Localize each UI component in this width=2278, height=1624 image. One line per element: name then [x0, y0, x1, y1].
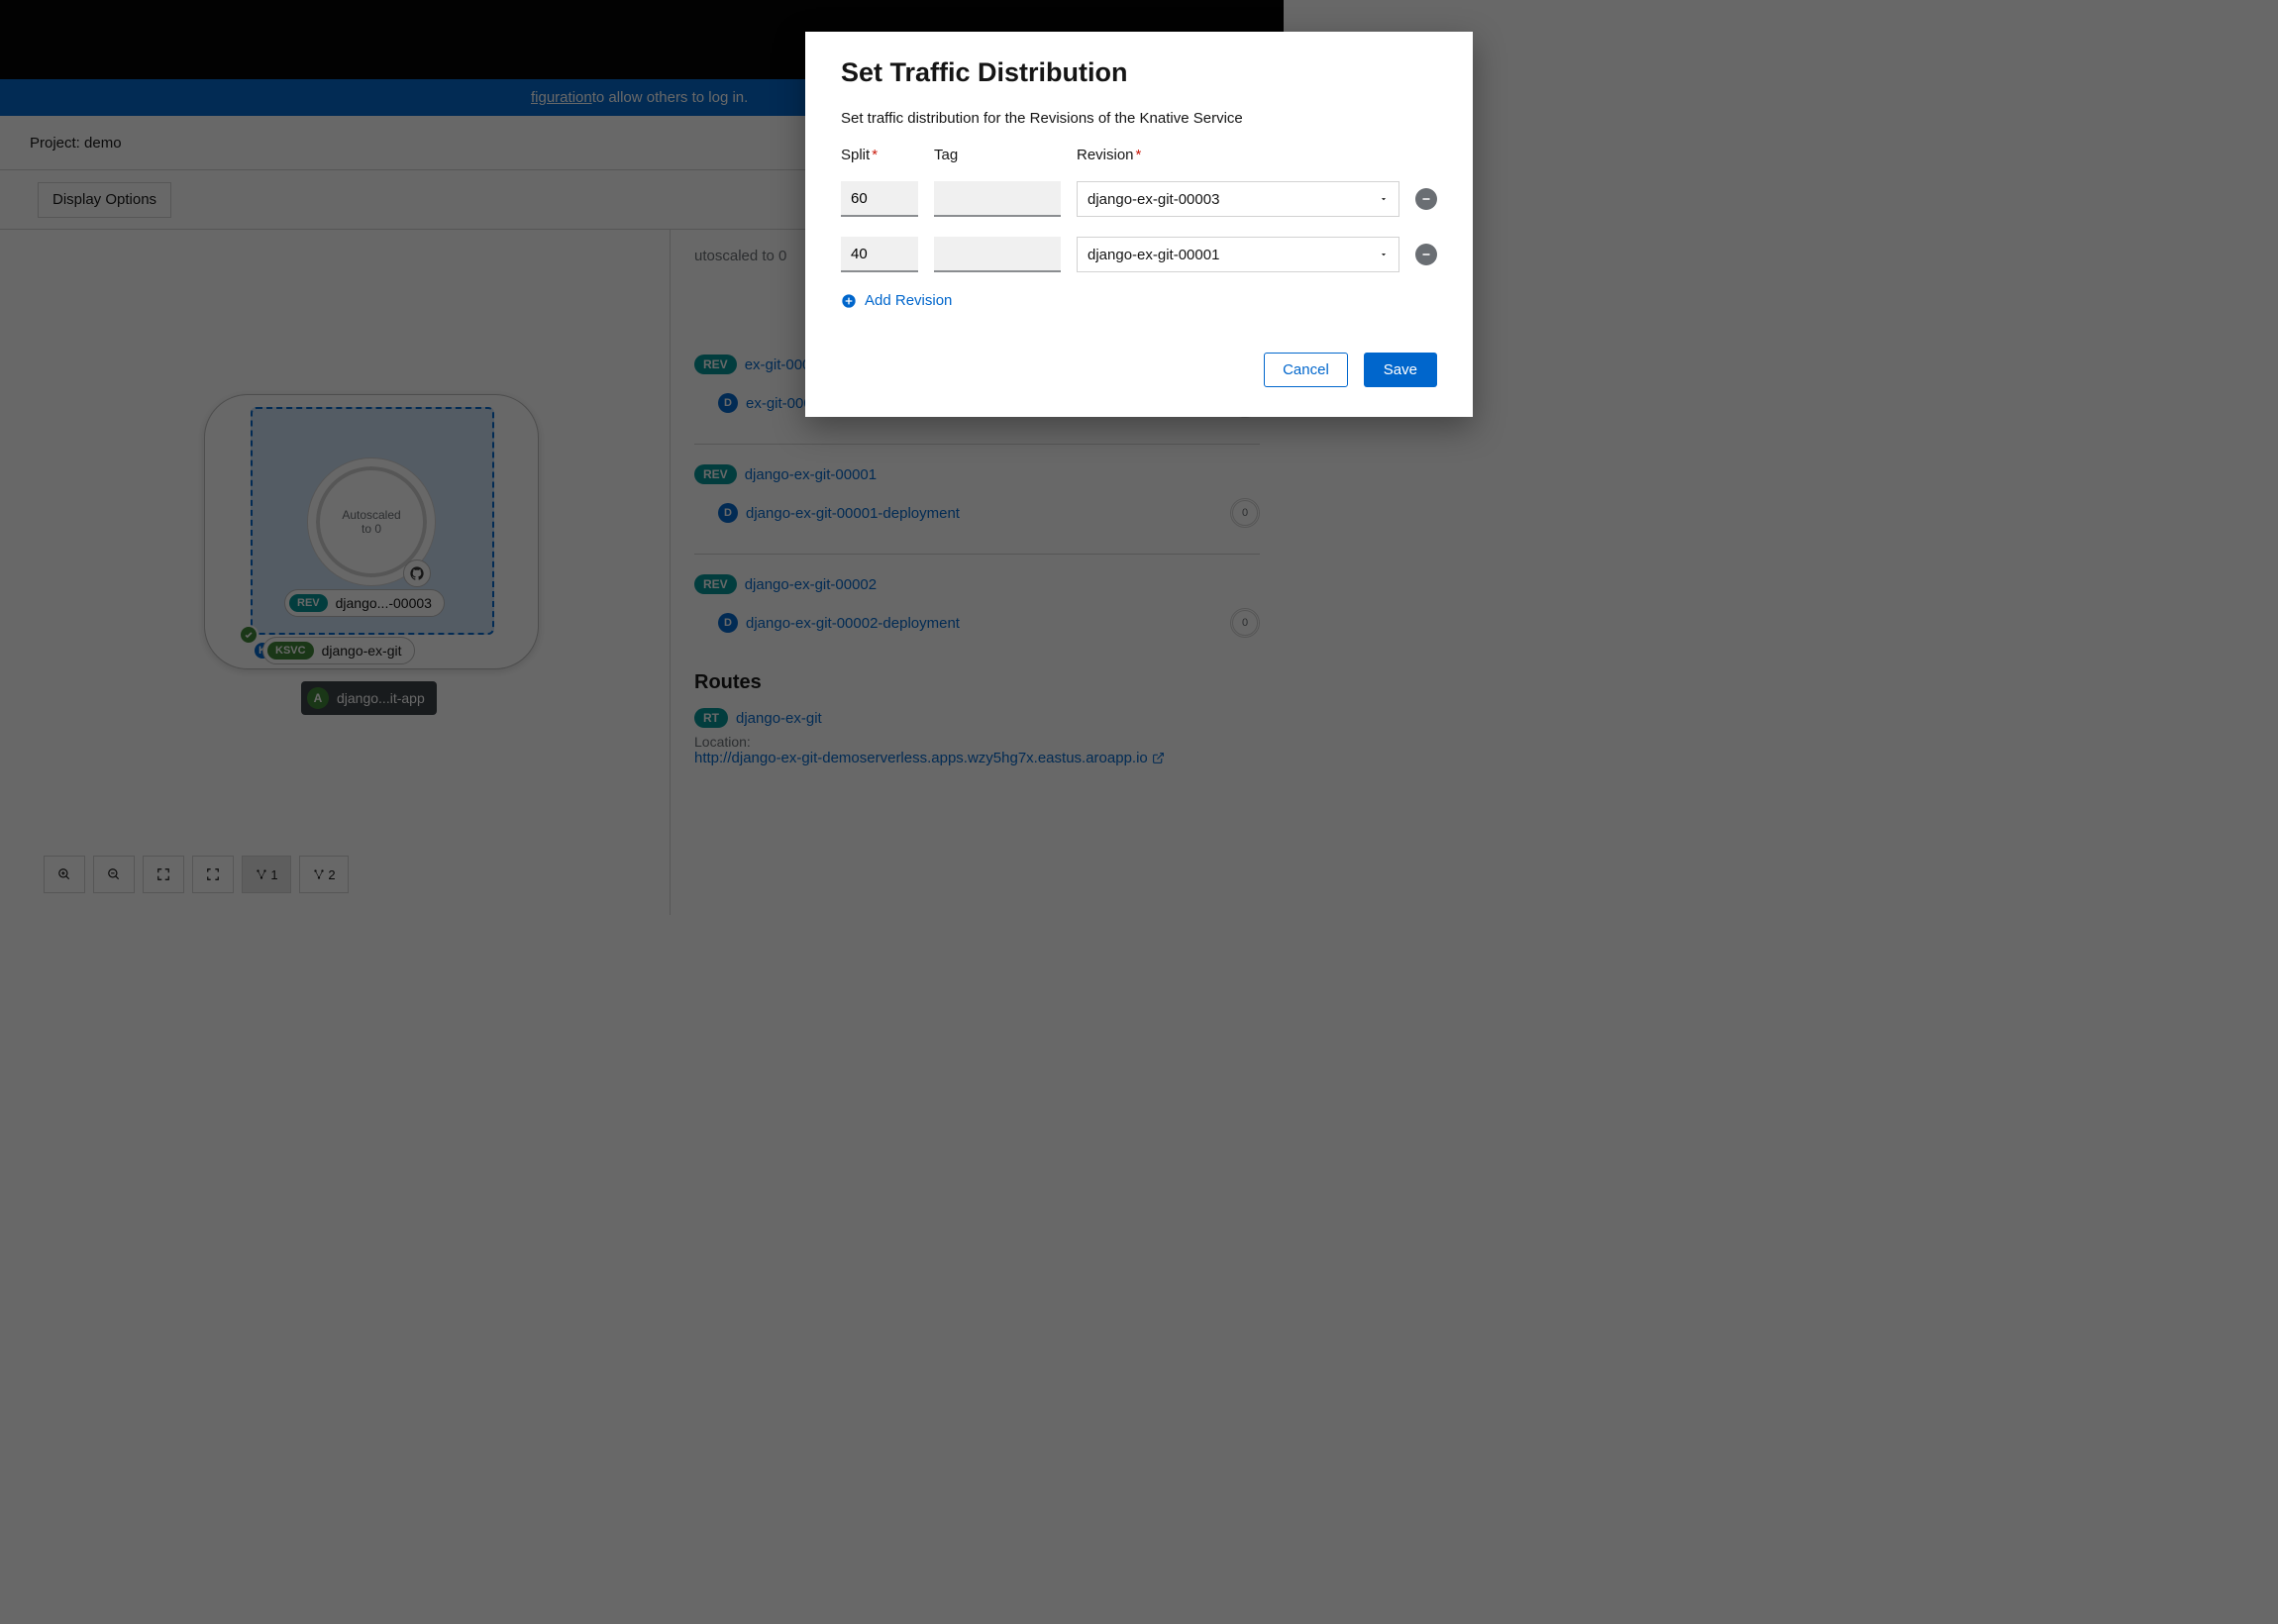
tag-input[interactable] [934, 237, 1061, 272]
caret-down-icon [1379, 194, 1389, 204]
split-input[interactable] [841, 181, 918, 217]
cancel-button[interactable]: Cancel [1264, 353, 1348, 387]
modal-overlay[interactable]: Set Traffic Distribution Set traffic dis… [0, 0, 2278, 1624]
caret-down-icon [1379, 250, 1389, 259]
traffic-row: django-ex-git-00003 [841, 181, 1437, 217]
col-split-label: Split [841, 147, 870, 163]
col-revision-label: Revision [1077, 147, 1134, 163]
revision-select[interactable]: django-ex-git-00001 [1077, 237, 1399, 272]
modal-title: Set Traffic Distribution [841, 57, 1437, 88]
required-marker: * [1136, 147, 1142, 163]
remove-row-button[interactable] [1415, 244, 1437, 265]
remove-row-button[interactable] [1415, 188, 1437, 210]
col-tag-label: Tag [934, 147, 1061, 163]
split-input[interactable] [841, 237, 918, 272]
modal-description: Set traffic distribution for the Revisio… [841, 110, 1437, 127]
minus-icon [1420, 193, 1432, 205]
traffic-row: django-ex-git-00001 [841, 237, 1437, 272]
minus-icon [1420, 249, 1432, 260]
tag-input[interactable] [934, 181, 1061, 217]
required-marker: * [872, 147, 878, 163]
form-header: Split* Tag Revision* [841, 147, 1437, 163]
save-button[interactable]: Save [1364, 353, 1437, 387]
modal-footer: Cancel Save [841, 353, 1437, 387]
revision-select[interactable]: django-ex-git-00003 [1077, 181, 1399, 217]
add-revision-button[interactable]: Add Revision [841, 292, 1437, 309]
plus-circle-icon [841, 293, 857, 309]
traffic-distribution-modal: Set Traffic Distribution Set traffic dis… [805, 32, 1473, 417]
